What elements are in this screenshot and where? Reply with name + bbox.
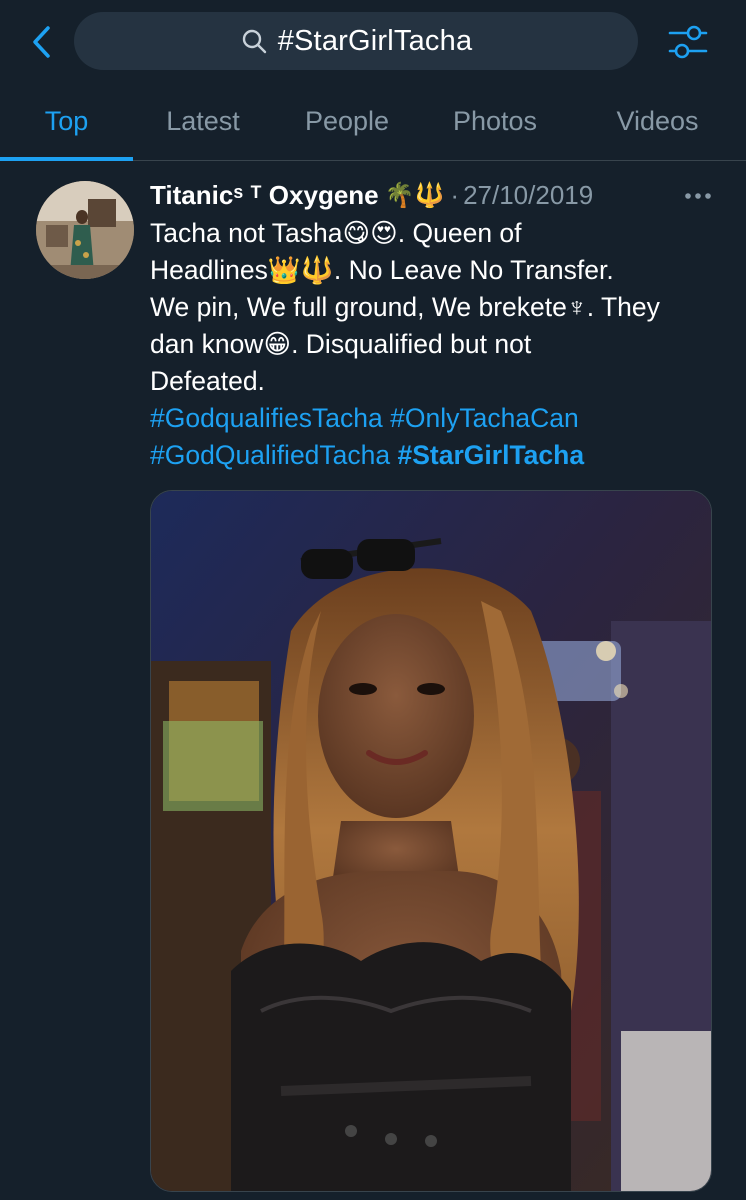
tweet-text-line: dan know😁. Disqualified but not — [150, 329, 532, 359]
hashtag-link[interactable]: #GodQualifiedTacha — [150, 440, 390, 470]
tweet-header: Titanicˢ ᵀ Oxygene 🌴🔱 · 27/10/2019 — [150, 175, 720, 215]
hashtag-link[interactable]: #OnlyTachaCan — [390, 403, 579, 433]
hashtag-link[interactable]: #GodqualifiesTacha — [150, 403, 383, 433]
tweet-text-line: Tacha not Tasha😋😍. Queen of — [150, 218, 522, 248]
photo-illustration — [151, 491, 711, 1191]
tweet-text-line: Defeated. — [150, 366, 265, 396]
tweet[interactable]: Titanicˢ ᵀ Oxygene 🌴🔱 · 27/10/2019 Tacha… — [0, 161, 746, 1200]
search-icon — [240, 27, 268, 55]
tab-photos[interactable]: Photos — [421, 84, 569, 158]
search-input[interactable]: #StarGirlTacha — [74, 12, 638, 70]
hashtag-line: #GodQualifiedTacha #StarGirlTacha — [150, 437, 715, 474]
tweet-body: Titanicˢ ᵀ Oxygene 🌴🔱 · 27/10/2019 Tacha… — [150, 175, 720, 474]
tweet-photo[interactable] — [150, 490, 712, 1192]
hashtag-link-highlighted[interactable]: #StarGirlTacha — [398, 440, 585, 470]
tab-people[interactable]: People — [273, 84, 421, 158]
chevron-left-icon — [33, 26, 50, 58]
search-query: #StarGirlTacha — [277, 24, 473, 57]
more-horizontal-icon — [685, 193, 711, 199]
search-header: #StarGirlTacha — [0, 0, 746, 84]
tweet-text-line: We pin, We full ground, We brekete♆. The… — [150, 292, 660, 322]
hashtag-line: #GodqualifiesTacha #OnlyTachaCan — [150, 400, 715, 437]
avatar[interactable] — [36, 181, 134, 279]
sliders-icon — [668, 25, 708, 59]
search-settings-button[interactable] — [664, 20, 712, 64]
back-button[interactable] — [22, 22, 62, 62]
separator-dot: · — [450, 179, 460, 210]
tab-videos[interactable]: Videos — [569, 84, 746, 158]
tab-latest[interactable]: Latest — [133, 84, 273, 158]
search-tabs: Top Latest People Photos Videos — [0, 84, 746, 161]
tweet-text: Tacha not Tasha😋😍. Queen of Headlines👑🔱.… — [150, 215, 715, 474]
tab-top[interactable]: Top — [0, 84, 133, 158]
tweet-more-button[interactable] — [678, 181, 718, 211]
tweet-text-line: Headlines👑🔱. No Leave No Transfer. — [150, 255, 614, 285]
author-name[interactable]: Titanicˢ ᵀ Oxygene — [150, 180, 379, 211]
author-name-emoji: 🌴🔱 — [384, 181, 445, 209]
tweet-date[interactable]: 27/10/2019 — [463, 180, 593, 211]
